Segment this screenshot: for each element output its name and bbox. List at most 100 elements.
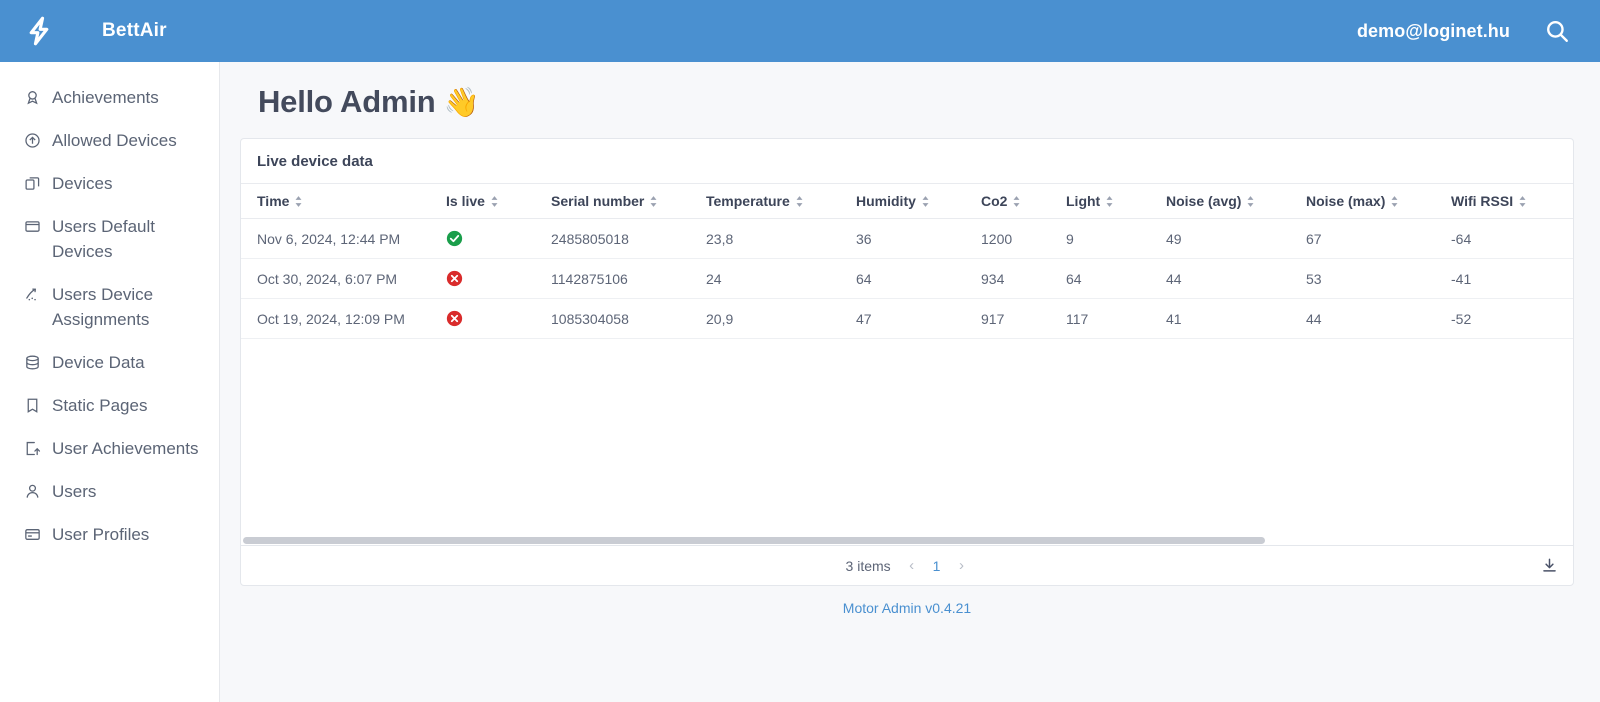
horizontal-scrollbar-thumb[interactable] bbox=[243, 537, 1265, 544]
cell-noise-max: 53 bbox=[1306, 258, 1451, 299]
sidebar-item-achievements[interactable]: Achievements bbox=[0, 76, 219, 119]
column-header-label: Humidity bbox=[856, 193, 916, 209]
sidebar-item-users[interactable]: Users bbox=[0, 470, 219, 513]
cell-humidity: 64 bbox=[856, 258, 981, 299]
status-offline-icon bbox=[446, 310, 543, 327]
user-email-label: demo@loginet.hu bbox=[1356, 20, 1510, 41]
version-link[interactable]: Motor Admin v0.4.21 bbox=[843, 600, 971, 616]
sort-icon bbox=[1247, 195, 1254, 207]
sidebar-item-label: Devices bbox=[52, 174, 113, 193]
cell-time: Nov 6, 2024, 12:44 PM bbox=[241, 218, 446, 259]
table-footer: 3 items ‹ 1 › bbox=[241, 545, 1573, 585]
prev-page-button[interactable]: ‹ bbox=[905, 557, 919, 574]
main-content: Hello Admin 👋 Live device data Time Is l… bbox=[220, 62, 1600, 702]
sidebar-item-users-default-devices[interactable]: Users Default Devices bbox=[0, 205, 219, 273]
database-icon bbox=[24, 350, 41, 371]
live-device-data-card: Live device data Time Is live Serial num… bbox=[240, 138, 1574, 586]
page-number-1[interactable]: 1 bbox=[933, 558, 941, 574]
column-header-is-live[interactable]: Is live bbox=[446, 184, 551, 219]
card-icon bbox=[24, 522, 41, 543]
assignment-icon bbox=[24, 282, 41, 303]
search-icon[interactable] bbox=[1540, 14, 1574, 48]
award-icon bbox=[24, 85, 41, 106]
version-bar: Motor Admin v0.4.21 bbox=[240, 586, 1574, 630]
sort-icon bbox=[295, 195, 302, 207]
sidebar-item-label: User Achievements bbox=[52, 439, 199, 458]
sidebar-item-user-achievements[interactable]: User Achievements bbox=[0, 427, 219, 470]
column-header-temperature[interactable]: Temperature bbox=[706, 184, 856, 219]
arrow-up-circle-icon bbox=[24, 128, 41, 149]
download-icon[interactable] bbox=[1539, 556, 1559, 576]
sidebar-item-users-device-assignments[interactable]: Users Device Assignments bbox=[0, 273, 219, 341]
sidebar-item-label: Users Device Assignments bbox=[52, 285, 154, 329]
table-header-row: Time Is live Serial number Temperature H… bbox=[241, 184, 1573, 219]
cell-wifi-rssi: -64 bbox=[1451, 218, 1573, 259]
cell-noise-avg: 44 bbox=[1166, 258, 1306, 299]
brand[interactable]: BettAir bbox=[22, 14, 167, 48]
page-title-text: Hello Admin bbox=[258, 84, 436, 119]
cell-noise-max: 44 bbox=[1306, 298, 1451, 339]
cell-co2: 917 bbox=[981, 298, 1066, 339]
table-scroll-area[interactable]: Time Is live Serial number Temperature H… bbox=[241, 184, 1573, 536]
column-header-label: Is live bbox=[446, 193, 485, 209]
table-row[interactable]: Nov 6, 2024, 12:44 PM 2485805018 23,8 36… bbox=[241, 218, 1573, 259]
sort-icon bbox=[1519, 195, 1526, 207]
column-header-co2[interactable]: Co2 bbox=[981, 184, 1066, 219]
next-page-button[interactable]: › bbox=[954, 557, 968, 574]
column-header-label: Noise (avg) bbox=[1166, 193, 1242, 209]
sidebar-item-allowed-devices[interactable]: Allowed Devices bbox=[0, 119, 219, 162]
copy-icon bbox=[24, 171, 41, 192]
cell-light: 64 bbox=[1066, 258, 1166, 299]
sort-icon bbox=[1013, 195, 1020, 207]
cell-light: 117 bbox=[1066, 298, 1166, 339]
cell-temperature: 20,9 bbox=[706, 298, 856, 339]
column-header-serial-number[interactable]: Serial number bbox=[551, 184, 706, 219]
status-live-icon bbox=[446, 230, 543, 247]
column-header-label: Temperature bbox=[706, 193, 790, 209]
cell-noise-max: 67 bbox=[1306, 218, 1451, 259]
sidebar-item-user-profiles[interactable]: User Profiles bbox=[0, 513, 219, 556]
sidebar-nav: Achievements Allowed Devices Devices Use… bbox=[0, 62, 220, 702]
column-header-noise-avg[interactable]: Noise (avg) bbox=[1166, 184, 1306, 219]
sidebar-item-label: Users bbox=[52, 482, 97, 501]
window-icon bbox=[24, 214, 41, 235]
column-header-time[interactable]: Time bbox=[241, 184, 446, 219]
cell-serial-number: 2485805018 bbox=[551, 218, 706, 259]
sidebar-item-label: Achievements bbox=[52, 88, 159, 107]
page-icon bbox=[24, 393, 41, 414]
cell-humidity: 47 bbox=[856, 298, 981, 339]
cell-co2: 1200 bbox=[981, 218, 1066, 259]
app-root: BettAir demo@loginet.hu Achievements All… bbox=[0, 0, 1600, 702]
cell-time: Oct 19, 2024, 12:09 PM bbox=[241, 298, 446, 339]
sidebar-item-static-pages[interactable]: Static Pages bbox=[0, 384, 219, 427]
cell-temperature: 23,8 bbox=[706, 218, 856, 259]
sidebar-item-label: Users Default Devices bbox=[52, 217, 155, 261]
column-header-label: Wifi RSSI bbox=[1451, 193, 1514, 209]
column-header-label: Noise (max) bbox=[1306, 193, 1386, 209]
waving-hand-emoji: 👋 bbox=[443, 87, 480, 119]
column-header-wifi-rssi[interactable]: Wifi RSSI bbox=[1451, 184, 1573, 219]
cell-noise-avg: 41 bbox=[1166, 298, 1306, 339]
column-header-label: Serial number bbox=[551, 193, 645, 209]
top-header-bar: BettAir demo@loginet.hu bbox=[0, 0, 1600, 62]
sidebar-item-devices[interactable]: Devices bbox=[0, 162, 219, 205]
table-row[interactable]: Oct 19, 2024, 12:09 PM 1085304058 20,9 4… bbox=[241, 298, 1573, 339]
column-header-light[interactable]: Light bbox=[1066, 184, 1166, 219]
horizontal-scrollbar[interactable] bbox=[241, 536, 1573, 545]
status-offline-icon bbox=[446, 270, 543, 287]
sort-icon bbox=[650, 195, 657, 207]
live-device-data-table: Time Is live Serial number Temperature H… bbox=[241, 184, 1573, 339]
table-row[interactable]: Oct 30, 2024, 6:07 PM 1142875106 24 64 9… bbox=[241, 258, 1573, 299]
sidebar-item-label: User Profiles bbox=[52, 525, 150, 544]
cell-humidity: 36 bbox=[856, 218, 981, 259]
column-header-label: Co2 bbox=[981, 193, 1008, 209]
lightning-bolt-icon bbox=[22, 14, 56, 48]
column-header-humidity[interactable]: Humidity bbox=[856, 184, 981, 219]
pagination: 3 items ‹ 1 › bbox=[241, 557, 1573, 574]
sort-icon bbox=[1391, 195, 1398, 207]
sidebar-item-device-data[interactable]: Device Data bbox=[0, 341, 219, 384]
sort-icon bbox=[491, 195, 498, 207]
column-header-noise-max[interactable]: Noise (max) bbox=[1306, 184, 1451, 219]
column-header-label: Time bbox=[257, 193, 290, 209]
user-icon bbox=[24, 479, 41, 500]
